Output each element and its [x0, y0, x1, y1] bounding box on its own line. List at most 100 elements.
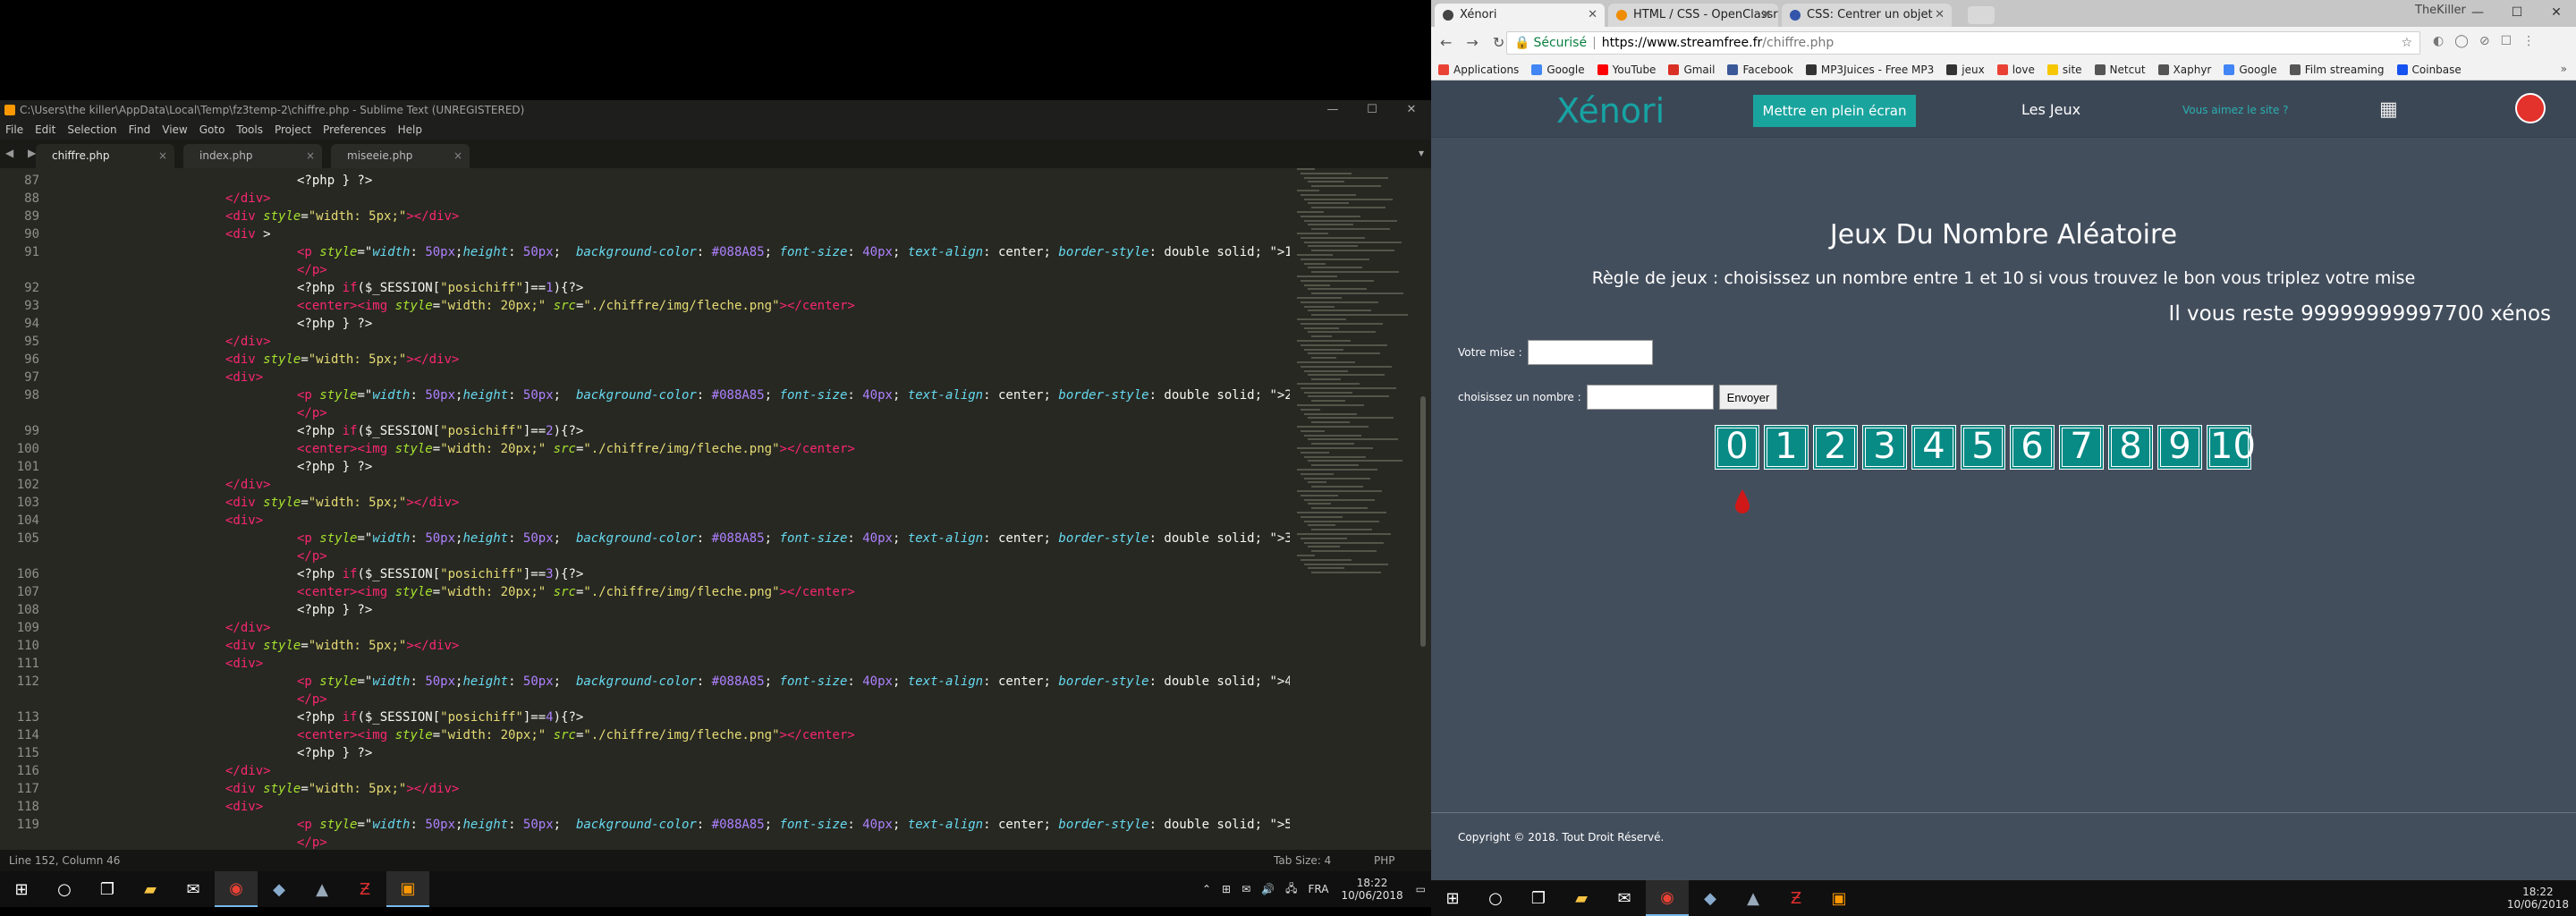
site-logo[interactable]: Xénori	[1556, 91, 1665, 131]
tab-openclassrooms[interactable]: HTML / CSS - OpenClassrooms ✕	[1608, 4, 1778, 27]
menu-view[interactable]: View	[162, 120, 187, 140]
menu-selection[interactable]: Selection	[67, 120, 116, 140]
bookmark-item[interactable]: Facebook	[1727, 64, 1793, 76]
tab-size-indicator[interactable]: Tab Size: 4	[1274, 850, 1331, 871]
bookmark-item[interactable]: Google	[2224, 64, 2277, 76]
user-avatar[interactable]	[2515, 93, 2546, 123]
menu-goto[interactable]: Goto	[199, 120, 225, 140]
tab-close-icon[interactable]: ✕	[1588, 4, 1597, 27]
chrome-icon[interactable]: ◉	[1646, 880, 1689, 916]
tray-app-icon[interactable]: ⊞	[1222, 883, 1231, 895]
taskbar-right: ⊞ ○ ❐ ▰ ✉ ◉ ◆ ▲ Ƶ ▣ 18:22 10/06/2018	[1431, 880, 2576, 916]
clock[interactable]: 18:22 10/06/2018	[2507, 886, 2569, 911]
tab-xenori[interactable]: Xénori ✕	[1435, 4, 1605, 27]
minimize-button[interactable]: —	[1313, 100, 1352, 120]
minimize-button[interactable]: —	[2458, 0, 2497, 25]
syntax-indicator[interactable]: PHP	[1374, 850, 1395, 871]
volume-icon[interactable]: 🔊	[1261, 883, 1275, 895]
tab-chiffre-php[interactable]: chiffre.php ×	[36, 144, 174, 168]
sublime-taskbar-icon[interactable]: ▣	[1818, 880, 1860, 916]
close-button[interactable]: ✕	[2537, 0, 2576, 25]
menu-preferences[interactable]: Preferences	[323, 120, 386, 140]
menu-help[interactable]: Help	[398, 120, 422, 140]
language-indicator[interactable]: FRA	[1309, 883, 1329, 895]
tab-close-icon[interactable]: ×	[453, 144, 462, 168]
code-editor[interactable]: 87 88 89 90 91 92 93 94 95 96 97 98 99 100 101 102 103 10…	[0, 168, 1431, 850]
bookmark-item[interactable]: Film streaming	[2289, 64, 2385, 76]
app-icon-1[interactable]: ◆	[1689, 880, 1732, 916]
chrome-menu-icon[interactable]: ⋮	[2522, 34, 2535, 48]
tab-dropdown-icon[interactable]: ▾	[1419, 147, 1424, 159]
task-view-icon[interactable]: ❐	[1517, 880, 1560, 916]
file-explorer-icon[interactable]: ▰	[129, 871, 172, 907]
nav-like-link[interactable]: Vous aimez le site ?	[2182, 104, 2289, 116]
start-icon[interactable]: ⊞	[0, 871, 43, 907]
search-icon[interactable]: ○	[43, 871, 86, 907]
chrome-icon[interactable]: ◉	[215, 871, 258, 907]
apps-grid-icon[interactable]: ▦	[2379, 98, 2398, 121]
bookmark-item[interactable]: love	[1996, 64, 2035, 76]
bookmark-star-icon[interactable]: ☆	[2401, 32, 2412, 54]
extension-icon-2[interactable]: ◯	[2454, 34, 2469, 48]
tab-centrer-objet[interactable]: CSS: Centrer un objet ✕	[1782, 4, 1952, 27]
address-bar[interactable]: 🔒 Sécurisé | https://www.streamfree.fr/chif…	[1506, 31, 2420, 55]
bet-input[interactable]	[1527, 340, 1653, 365]
bookmark-item[interactable]: Coinbase	[2396, 64, 2462, 76]
bookmarks-more-icon[interactable]: »	[2561, 63, 2567, 75]
tray-mail-icon[interactable]: ✉	[1241, 883, 1250, 895]
app-icon-2[interactable]: ▲	[1732, 880, 1775, 916]
bookmark-item[interactable]: MP3Juices - Free MP3	[1805, 64, 1934, 76]
extension-icon-4[interactable]: ☐	[2501, 34, 2512, 48]
tab-miseeie-php[interactable]: miseeie.php ×	[331, 144, 470, 168]
task-view-icon[interactable]: ❐	[86, 871, 129, 907]
bookmark-item[interactable]: jeux	[1946, 64, 1985, 76]
maximize-button[interactable]: ☐	[1352, 100, 1392, 120]
filezilla-icon[interactable]: Ƶ	[1775, 880, 1818, 916]
tab-close-icon[interactable]: ✕	[1761, 4, 1771, 27]
network-icon[interactable]: 🖧	[1285, 880, 1297, 899]
minimap[interactable]	[1288, 168, 1422, 580]
filezilla-icon[interactable]: Ƶ	[343, 871, 386, 907]
menu-file[interactable]: File	[5, 120, 23, 140]
mail-icon[interactable]: ✉	[172, 871, 215, 907]
bookmark-item[interactable]: Applications	[1438, 64, 1519, 76]
app-icon-2[interactable]: ▲	[301, 871, 343, 907]
tab-close-icon[interactable]: ✕	[1935, 4, 1945, 27]
bookmark-item[interactable]: Gmail	[1668, 64, 1715, 76]
new-tab-button[interactable]	[1968, 6, 1995, 24]
notification-icon[interactable]: ▭	[1416, 883, 1426, 895]
submit-button[interactable]: Envoyer	[1718, 385, 1778, 410]
menu-find[interactable]: Find	[129, 120, 151, 140]
menu-tools[interactable]: Tools	[236, 120, 263, 140]
tab-close-icon[interactable]: ×	[158, 144, 167, 168]
start-icon[interactable]: ⊞	[1431, 880, 1474, 916]
tab-index-php[interactable]: index.php ×	[183, 144, 322, 168]
bookmark-item[interactable]: site	[2046, 64, 2082, 76]
close-button[interactable]: ✕	[1392, 100, 1431, 120]
maximize-button[interactable]: ☐	[2497, 0, 2537, 25]
code-text-area[interactable]: <?php } ?> </div> <div style="width: 5px;"…	[55, 168, 1290, 850]
bookmark-item[interactable]: Google	[1531, 64, 1585, 76]
menu-project[interactable]: Project	[275, 120, 311, 140]
reload-icon[interactable]: ↻	[1493, 34, 1504, 51]
menu-edit[interactable]: Edit	[35, 120, 55, 140]
search-icon[interactable]: ○	[1474, 880, 1517, 916]
bookmark-item[interactable]: Netcut	[2094, 64, 2146, 76]
forward-icon[interactable]: →	[1466, 34, 1478, 51]
tray-chevron-icon[interactable]: ⌃	[1202, 883, 1211, 895]
extension-icon-3[interactable]: ⊘	[2479, 34, 2490, 48]
file-explorer-icon[interactable]: ▰	[1560, 880, 1603, 916]
nav-games-link[interactable]: Les Jeux	[2021, 101, 2080, 118]
fullscreen-button[interactable]: Mettre en plein écran	[1753, 95, 1916, 127]
sublime-taskbar-icon[interactable]: ▣	[386, 871, 429, 907]
vertical-scrollbar[interactable]	[1420, 396, 1426, 647]
mail-icon[interactable]: ✉	[1603, 880, 1646, 916]
bookmark-item[interactable]: Xaphyr	[2157, 64, 2211, 76]
clock[interactable]: 18:22 10/06/2018	[1341, 877, 1402, 902]
tab-close-icon[interactable]: ×	[306, 144, 315, 168]
back-icon[interactable]: ←	[1440, 34, 1452, 51]
bookmark-item[interactable]: YouTube	[1597, 64, 1656, 76]
extension-icon-1[interactable]: ◐	[2433, 34, 2444, 48]
number-input[interactable]	[1586, 385, 1714, 410]
app-icon-1[interactable]: ◆	[258, 871, 301, 907]
